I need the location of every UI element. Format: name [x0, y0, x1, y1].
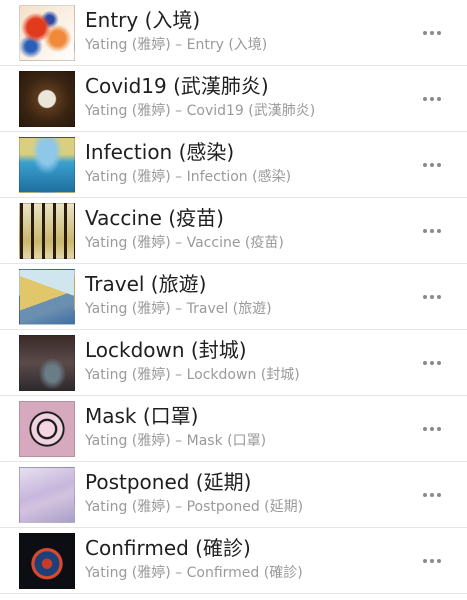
track-subtitle: Yating (雅婷) – Travel (旅遊) — [85, 301, 272, 317]
album-art — [19, 137, 75, 193]
album-art — [19, 71, 75, 127]
track-title: Lockdown (封城) — [85, 338, 247, 362]
track-row[interactable]: Entry (入境) Yating (雅婷) – Entry (入境) — [0, 0, 467, 66]
more-horizontal-icon — [423, 295, 427, 299]
more-options-button[interactable] — [414, 150, 450, 180]
more-options-button[interactable] — [414, 216, 450, 246]
track-subtitle: Yating (雅婷) – Infection (感染) — [85, 169, 292, 185]
more-horizontal-icon — [423, 361, 427, 365]
track-subtitle: Yating (雅婷) – Confirmed (確診) — [85, 565, 303, 581]
track-row[interactable]: Vaccine (疫苗) Yating (雅婷) – Vaccine (疫苗) — [0, 198, 467, 264]
track-subtitle: Yating (雅婷) – Covid19 (武漢肺炎) — [85, 103, 316, 119]
more-options-button[interactable] — [414, 18, 450, 48]
track-row[interactable]: Postponed (延期) Yating (雅婷) – Postponed (… — [0, 462, 467, 528]
more-options-button[interactable] — [414, 348, 450, 378]
track-row[interactable]: Travel (旅遊) Yating (雅婷) – Travel (旅遊) — [0, 264, 467, 330]
track-subtitle: Yating (雅婷) – Postponed (延期) — [85, 499, 304, 515]
more-horizontal-icon — [423, 559, 427, 563]
track-list: Entry (入境) Yating (雅婷) – Entry (入境) Covi… — [0, 0, 467, 600]
more-horizontal-icon — [423, 229, 427, 233]
track-title: Travel (旅遊) — [85, 272, 207, 296]
more-horizontal-icon — [423, 97, 427, 101]
more-options-button[interactable] — [414, 414, 450, 444]
more-horizontal-icon — [423, 427, 427, 431]
track-title: Postponed (延期) — [85, 470, 252, 494]
track-row[interactable]: Covid19 (武漢肺炎) Yating (雅婷) – Covid19 (武漢… — [0, 66, 467, 132]
more-options-button[interactable] — [414, 84, 450, 114]
album-art — [19, 467, 75, 523]
track-title: Covid19 (武漢肺炎) — [85, 74, 269, 98]
more-horizontal-icon — [423, 163, 427, 167]
track-row[interactable]: Confirmed (確診) Yating (雅婷) – Confirmed (… — [0, 528, 467, 594]
track-subtitle: Yating (雅婷) – Lockdown (封城) — [85, 367, 300, 383]
album-art — [19, 203, 75, 259]
album-art — [19, 5, 75, 61]
track-title: Mask (口罩) — [85, 404, 199, 428]
album-art — [19, 401, 75, 457]
more-horizontal-icon — [423, 31, 427, 35]
track-subtitle: Yating (雅婷) – Vaccine (疫苗) — [85, 235, 284, 251]
more-options-button[interactable] — [414, 546, 450, 576]
track-title: Infection (感染) — [85, 140, 235, 164]
track-row[interactable]: Mask (口罩) Yating (雅婷) – Mask (口罩) — [0, 396, 467, 462]
track-title: Entry (入境) — [85, 8, 201, 32]
track-title: Vaccine (疫苗) — [85, 206, 224, 230]
more-options-button[interactable] — [414, 282, 450, 312]
track-subtitle: Yating (雅婷) – Mask (口罩) — [85, 433, 267, 449]
album-art — [19, 533, 75, 589]
track-subtitle: Yating (雅婷) – Entry (入境) — [85, 37, 268, 53]
album-art — [19, 335, 75, 391]
more-options-button[interactable] — [414, 480, 450, 510]
track-title: Confirmed (確診) — [85, 536, 251, 560]
track-row[interactable]: Infection (感染) Yating (雅婷) – Infection (… — [0, 132, 467, 198]
track-row[interactable]: Lockdown (封城) Yating (雅婷) – Lockdown (封城… — [0, 330, 467, 396]
album-art — [19, 269, 75, 325]
more-horizontal-icon — [423, 493, 427, 497]
